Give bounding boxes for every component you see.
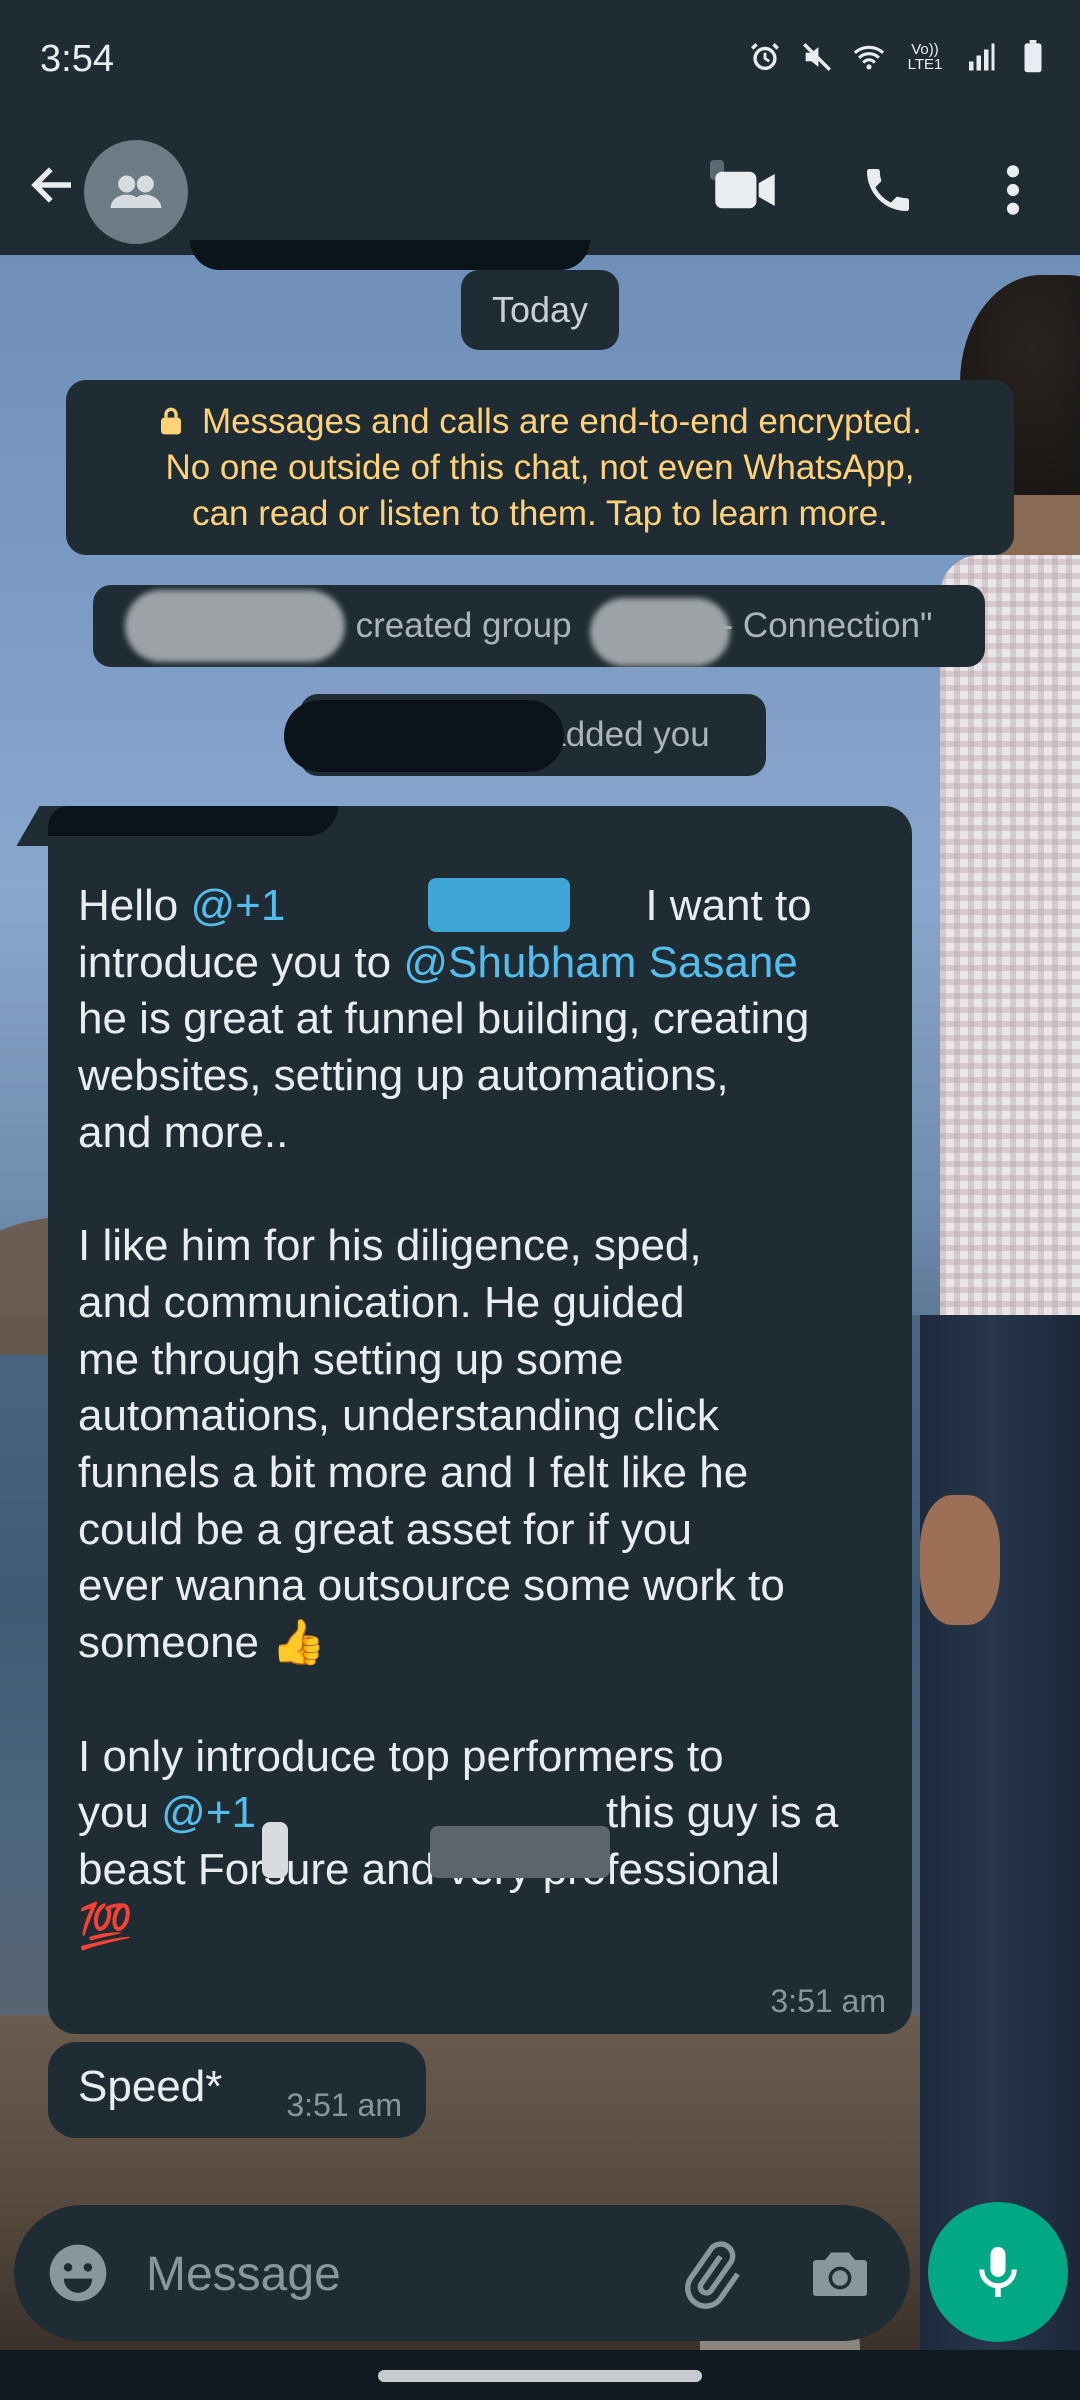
volte-icon: Vo)) LTE1 <box>907 41 943 73</box>
status-time: 3:54 <box>40 38 114 80</box>
emoji-icon[interactable] <box>44 2239 112 2307</box>
mic-icon[interactable] <box>928 2202 1068 2342</box>
signal-icon <box>964 40 998 74</box>
back-arrow-icon[interactable] <box>18 150 88 220</box>
msg-segment: me through setting up some <box>78 1334 624 1384</box>
chat-header <box>0 120 1080 255</box>
mention-shubham[interactable]: @Shubham Sasane <box>403 938 797 987</box>
redacted-sender <box>48 806 338 836</box>
system-message-text-end: - Connection" <box>721 606 933 645</box>
msg-segment: you <box>78 1788 162 1838</box>
mention-phone-2[interactable]: @+1 <box>161 1788 256 1837</box>
message-text: Hello @+1 I want to introduce you to @Shu… <box>78 878 888 1955</box>
encryption-line-2: No one outside of this chat, not even Wh… <box>165 447 915 487</box>
group-avatar-icon[interactable] <box>84 140 188 244</box>
attach-icon[interactable] <box>674 2239 746 2311</box>
message-time: 3:51 am <box>770 1983 886 2019</box>
message-bubble-2[interactable]: Speed* 3:51 am <box>48 2042 426 2138</box>
wallpaper-person-hand <box>920 1495 1000 1625</box>
msg-segment: and more.. <box>78 1107 289 1157</box>
msg-segment: ever wanna outsource some work to <box>78 1561 785 1611</box>
redaction-black <box>284 700 564 772</box>
redaction-blur <box>590 598 730 666</box>
gesture-handle[interactable] <box>378 2370 702 2382</box>
msg-segment: I only introduce top performers to <box>78 1731 724 1781</box>
msg-segment: websites, setting up automations, <box>78 1051 729 1101</box>
msg-segment: introduce you to <box>78 937 404 987</box>
date-chip: Today <box>461 270 619 350</box>
wallpaper-person-shirt <box>940 555 1080 1335</box>
voice-call-icon[interactable] <box>848 150 928 230</box>
msg-segment: I like him for his diligence, sped, <box>78 1221 702 1271</box>
camera-icon[interactable] <box>804 2239 876 2311</box>
encryption-line-1: Messages and calls are end-to-end encryp… <box>158 399 922 445</box>
message-text-2: Speed* <box>78 2062 223 2111</box>
msg-segment: I want to <box>645 881 812 930</box>
battery-icon <box>1016 40 1050 74</box>
wallpaper-person-pants <box>920 1315 1080 2355</box>
msg-segment: he is great at funnel building, creating <box>78 994 810 1044</box>
msg-segment: someone <box>78 1618 260 1668</box>
system-message-text: added you <box>546 715 710 754</box>
encryption-text-1: Messages and calls are end-to-end encryp… <box>201 401 922 441</box>
hundred-points-emoji: 💯 <box>78 1901 133 1951</box>
thumbs-up-emoji: 👍 <box>271 1618 327 1668</box>
redaction-mask <box>430 1826 610 1878</box>
status-bar: 3:54 Vo)) LTE1 <box>0 0 1080 120</box>
status-icons: Vo)) LTE1 <box>748 40 1050 74</box>
lock-icon <box>158 402 202 441</box>
msg-segment: Hello <box>78 881 191 930</box>
msg-segment: and communication. He guided <box>78 1277 685 1327</box>
msg-segment: funnels a bit more and I felt like he <box>78 1448 749 1498</box>
message-input[interactable] <box>144 2235 668 2313</box>
wifi-icon <box>852 40 886 74</box>
msg-segment: could be a great asset for if you <box>78 1504 692 1554</box>
mute-icon <box>800 40 834 74</box>
encryption-line-3: can read or listen to them. Tap to learn… <box>192 493 888 533</box>
video-call-icon[interactable] <box>705 150 785 230</box>
system-message-text: created group <box>355 606 572 645</box>
msg-segment: this guy is a <box>606 1788 839 1838</box>
message-composer <box>14 2205 910 2341</box>
redacted-overlay <box>190 240 590 270</box>
mention-phone[interactable]: @+1 <box>191 881 286 930</box>
redaction-mask <box>262 1822 288 1878</box>
redaction-mask <box>428 878 570 932</box>
msg-segment: automations, understanding click <box>78 1391 719 1441</box>
encryption-notice[interactable]: Messages and calls are end-to-end encryp… <box>66 380 1014 555</box>
msg-segment: beast Forsure and very professional <box>78 1844 780 1894</box>
redaction-blur <box>125 590 345 662</box>
more-options-icon[interactable] <box>973 150 1053 230</box>
alarm-icon <box>748 40 782 74</box>
message-time-2: 3:51 am <box>286 2087 402 2123</box>
